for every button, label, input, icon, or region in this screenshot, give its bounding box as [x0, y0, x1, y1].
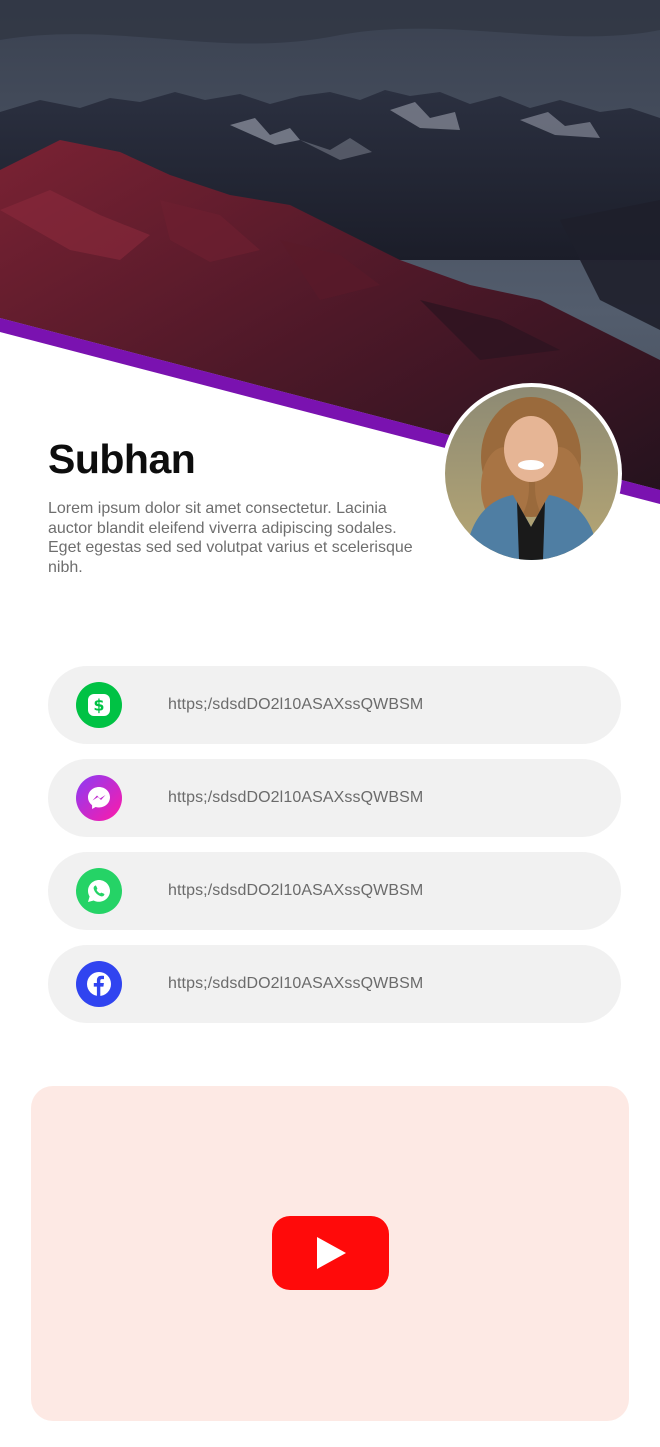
- cash-app-icon: $: [76, 682, 122, 728]
- link-item-facebook[interactable]: https;/sdsdDO2l10ASAXssQWBSM: [48, 945, 621, 1023]
- facebook-icon: [76, 961, 122, 1007]
- link-url: https;/sdsdDO2l10ASAXssQWBSM: [168, 789, 424, 806]
- link-url: https;/sdsdDO2l10ASAXssQWBSM: [168, 975, 424, 992]
- link-item-messenger[interactable]: https;/sdsdDO2l10ASAXssQWBSM: [48, 759, 621, 837]
- svg-text:$: $: [93, 696, 104, 715]
- video-card[interactable]: [31, 1086, 629, 1421]
- link-item-whatsapp[interactable]: https;/sdsdDO2l10ASAXssQWBSM: [48, 852, 621, 930]
- link-list: $ https;/sdsdDO2l10ASAXssQWBSM https;/sd…: [48, 666, 621, 1038]
- whatsapp-icon: [76, 868, 122, 914]
- youtube-play-button[interactable]: [272, 1216, 389, 1290]
- link-item-cash-app[interactable]: $ https;/sdsdDO2l10ASAXssQWBSM: [48, 666, 621, 744]
- youtube-play-icon: [316, 1237, 346, 1269]
- profile-avatar: [441, 383, 622, 564]
- profile-bio: Lorem ipsum dolor sit amet consectetur. …: [48, 500, 413, 576]
- link-url: https;/sdsdDO2l10ASAXssQWBSM: [168, 882, 424, 899]
- messenger-icon: [76, 775, 122, 821]
- profile-name: Subhan: [48, 436, 196, 482]
- link-url: https;/sdsdDO2l10ASAXssQWBSM: [168, 696, 424, 713]
